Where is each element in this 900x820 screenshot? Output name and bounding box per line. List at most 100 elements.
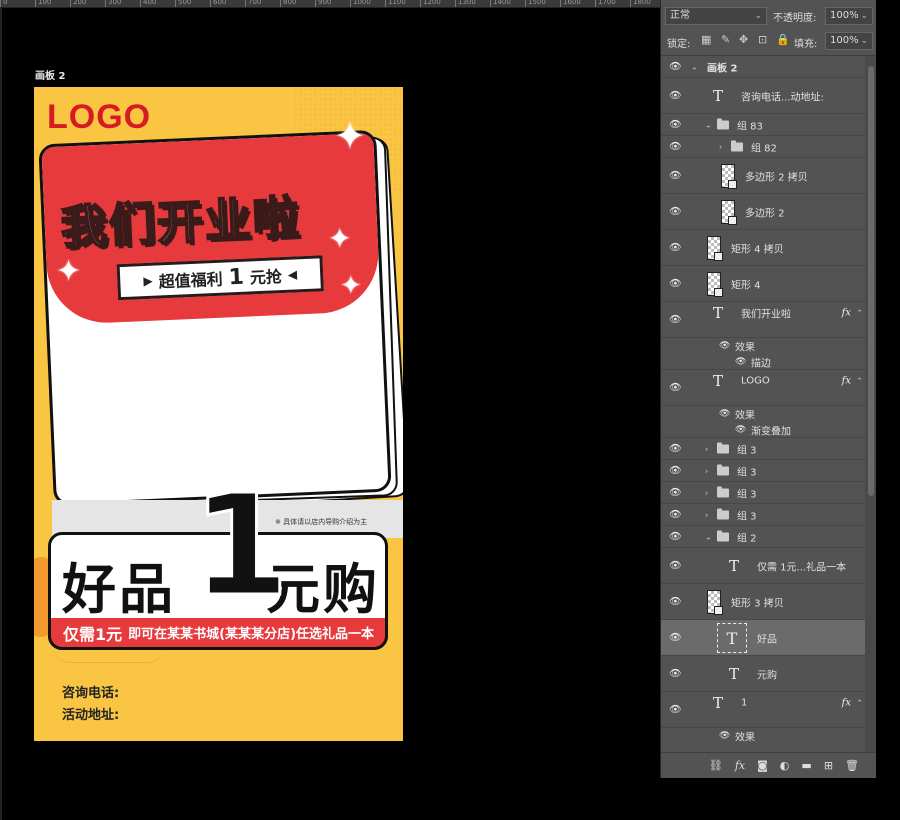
blend-mode-value: 正常 [670, 10, 690, 21]
layer-row[interactable]: 👁 › 组 3 [661, 460, 865, 482]
eye-visibility-icon[interactable]: 👁 [669, 560, 682, 571]
ruler-tick: 900 [315, 0, 331, 7]
lock-move-icon[interactable]: ✥ [739, 33, 748, 46]
chevron-up-icon[interactable]: ⌃ [856, 377, 863, 386]
artboard-label[interactable]: 画板 2 [35, 67, 65, 82]
add-style-icon[interactable]: fx [735, 759, 745, 772]
chevron-right-icon[interactable]: › [705, 510, 708, 519]
eye-visibility-icon[interactable]: 👁 [669, 141, 682, 152]
chevron-up-icon[interactable]: ⌃ [856, 309, 863, 318]
layer-row[interactable]: 👁 矩形 4 拷贝 [661, 230, 865, 266]
lock-transparent-icon[interactable]: ▦ [701, 33, 711, 46]
layer-row[interactable]: 👁 矩形 3 拷贝 [661, 584, 865, 620]
layer-name: 组 83 [737, 121, 763, 132]
layer-row[interactable]: 👁 T 元购 [661, 656, 865, 692]
effect-item-row[interactable]: 👁 描边 [661, 354, 865, 370]
eye-visibility-icon[interactable]: 👁 [669, 206, 682, 217]
chevron-right-icon[interactable]: › [705, 466, 708, 475]
lock-all-icon[interactable]: 🔒 [776, 33, 790, 46]
eye-visibility-icon[interactable]: 👁 [669, 509, 682, 520]
add-mask-icon[interactable]: ◙ [757, 759, 768, 772]
blend-mode-select[interactable]: 正常 ⌄ [665, 7, 767, 25]
cloud-outline-decoration [54, 647, 164, 663]
layer-row[interactable]: 👁 ⌄ 画板 2 [661, 56, 865, 78]
eye-visibility-icon[interactable]: 👁 [719, 731, 730, 741]
layer-row[interactable]: 👁 ⌄ 组 83 [661, 114, 865, 136]
fx-badge[interactable]: fx [842, 698, 851, 709]
eye-visibility-icon[interactable]: 👁 [719, 341, 730, 351]
link-layers-icon[interactable]: ⛓ [709, 759, 723, 772]
new-group-icon[interactable]: ▬ [801, 759, 811, 772]
eye-visibility-icon[interactable]: 👁 [735, 357, 746, 367]
ruler-tick: 1500 [525, 0, 546, 7]
eye-visibility-icon[interactable]: 👁 [669, 119, 682, 130]
eye-visibility-icon[interactable]: 👁 [669, 632, 682, 643]
layer-row[interactable]: 👁 T 好品 [661, 620, 865, 656]
effects-row[interactable]: 👁 效果 [661, 406, 865, 422]
right-edge [876, 0, 900, 820]
eye-visibility-icon[interactable]: 👁 [669, 668, 682, 679]
layer-row[interactable]: 👁 › 组 3 [661, 482, 865, 504]
eye-visibility-icon[interactable]: 👁 [669, 531, 682, 542]
effect-item-row[interactable]: 👁 渐变叠加 [661, 422, 865, 438]
effects-label: 效果 [735, 732, 755, 744]
eye-visibility-icon[interactable]: 👁 [669, 596, 682, 607]
adjustment-layer-icon[interactable]: ◐ [780, 759, 790, 772]
layer-row[interactable]: 👁 T 仅需 1元...礼品一本 [661, 548, 865, 584]
eye-visibility-icon[interactable]: 👁 [669, 382, 682, 393]
layer-row[interactable]: 👁 T LOGO fx ⌃ [661, 370, 865, 406]
eye-visibility-icon[interactable]: 👁 [669, 170, 682, 181]
fx-badge[interactable]: fx [842, 308, 851, 319]
sparkle-icon: ✦ [328, 222, 352, 255]
chevron-down-icon[interactable]: ⌄ [705, 532, 712, 541]
ruler-tick: 500 [175, 0, 191, 7]
layer-row[interactable]: 👁 ⌄ 组 2 [661, 526, 865, 548]
chevron-down-icon[interactable]: ⌄ [691, 62, 698, 71]
lock-brush-icon[interactable]: ✎ [721, 33, 730, 46]
layer-row[interactable]: 👁 › 组 3 [661, 504, 865, 526]
layer-row[interactable]: 👁 T 我们开业啦 fx ⌃ [661, 302, 865, 338]
lock-artboard-icon[interactable]: ⊡ [758, 33, 767, 46]
opacity-input[interactable]: 100% ⌄ [825, 7, 873, 25]
horizontal-ruler: 0 100 200 300 400 500 600 700 800 900 1000 1100 1200… [0, 0, 660, 8]
eye-visibility-icon[interactable]: 👁 [669, 61, 682, 72]
ruler-tick-label: 1000 [353, 0, 371, 6]
chevron-right-icon[interactable]: › [705, 444, 708, 453]
delete-layer-icon[interactable]: 🗑 [845, 759, 859, 772]
eye-visibility-icon[interactable]: 👁 [669, 443, 682, 454]
eye-visibility-icon[interactable]: 👁 [669, 242, 682, 253]
eye-visibility-icon[interactable]: 👁 [735, 425, 746, 435]
eye-visibility-icon[interactable]: 👁 [719, 409, 730, 419]
scrollbar-thumb[interactable] [868, 66, 874, 496]
effects-row[interactable]: 👁 效果 [661, 728, 865, 744]
ruler-tick: 0 [0, 0, 7, 7]
ruler-tick-label: 1400 [493, 0, 511, 6]
effects-row[interactable]: 👁 效果 [661, 338, 865, 354]
layer-row[interactable]: 👁 › 组 82 [661, 136, 865, 158]
eye-visibility-icon[interactable]: 👁 [669, 278, 682, 289]
artboard-canvas[interactable]: LOGO 我们开业啦 ▶ 超值福利 1 元抢 ◀ ✦ ✦ ✦ ✦ ※ 具体请以店… [34, 87, 403, 741]
eye-visibility-icon[interactable]: 👁 [669, 704, 682, 715]
fill-input[interactable]: 100% ⌄ [825, 32, 873, 50]
chevron-right-icon[interactable]: › [705, 488, 708, 497]
eye-visibility-icon[interactable]: 👁 [669, 90, 682, 101]
layer-row[interactable]: 👁 T 1 fx ⌃ [661, 692, 865, 728]
layer-row[interactable]: 👁 矩形 4 [661, 266, 865, 302]
eye-visibility-icon[interactable]: 👁 [669, 487, 682, 498]
layer-row[interactable]: 👁 T 咨询电话...动地址: [661, 78, 865, 114]
ruler-tick: 1400 [490, 0, 511, 7]
eye-visibility-icon[interactable]: 👁 [669, 314, 682, 325]
chevron-up-icon[interactable]: ⌃ [856, 699, 863, 708]
layer-row[interactable]: 👁 多边形 2 拷贝 [661, 158, 865, 194]
chevron-right-icon[interactable]: › [719, 142, 722, 151]
chevron-down-icon[interactable]: ⌄ [705, 120, 712, 129]
layer-row[interactable]: 👁 多边形 2 [661, 194, 865, 230]
eye-visibility-icon[interactable]: 👁 [669, 465, 682, 476]
layer-row[interactable]: 👁 › 组 3 [661, 438, 865, 460]
new-layer-icon[interactable]: ⊞ [824, 759, 833, 772]
ruler-tick: 200 [70, 0, 86, 7]
sub-banner-part1: 超值福利 [158, 269, 224, 292]
shape-thumbnail-icon [707, 271, 723, 297]
fx-badge[interactable]: fx [842, 376, 851, 387]
contact-block: 咨询电话: 活动地址: [62, 683, 119, 727]
